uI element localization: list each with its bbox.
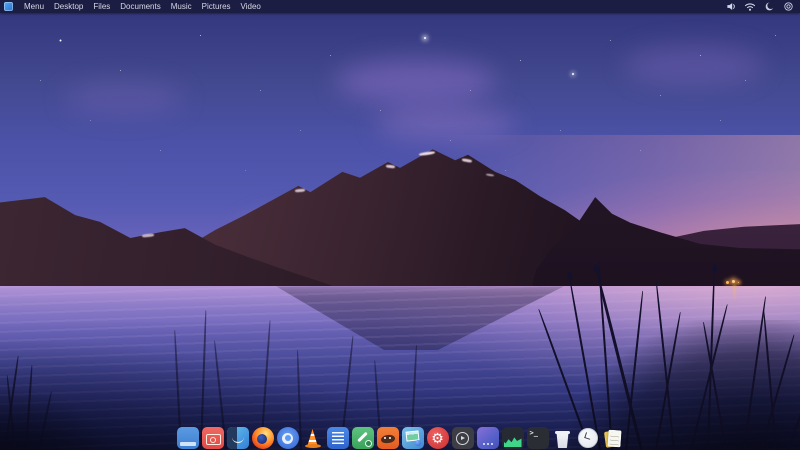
media-player-icon[interactable] (451, 427, 474, 449)
menu-documents[interactable]: Documents (115, 0, 165, 13)
menu-music[interactable]: Music (166, 0, 197, 13)
menu-video[interactable]: Video (236, 0, 266, 13)
builder-icon[interactable] (351, 427, 374, 449)
menu-menu[interactable]: Menu (19, 0, 49, 13)
files-icon[interactable] (226, 427, 249, 449)
menu-pictures[interactable]: Pictures (197, 0, 236, 13)
clock-icon[interactable] (577, 427, 599, 449)
menu-desktop[interactable]: Desktop (49, 0, 88, 13)
moon-icon[interactable] (763, 1, 775, 13)
system-tray (725, 0, 800, 13)
distro-logo-icon[interactable] (4, 2, 13, 11)
camera-icon[interactable] (201, 427, 224, 449)
photos-icon[interactable] (401, 427, 424, 449)
bright-star (424, 37, 426, 39)
panel-left: Menu Desktop Files Documents Music Pictures Vi… (0, 0, 266, 13)
show-desktop-icon[interactable] (176, 427, 199, 449)
dock (0, 427, 800, 449)
chromium-icon[interactable] (276, 427, 299, 449)
trash-icon[interactable] (552, 427, 574, 449)
gimp-icon[interactable] (376, 427, 399, 449)
volume-icon[interactable] (725, 1, 737, 13)
desktop-wallpaper (0, 0, 800, 450)
top-panel: Menu Desktop Files Documents Music Pictures Vi… (0, 0, 800, 13)
vlc-icon[interactable] (302, 427, 324, 449)
menu-files[interactable]: Files (88, 0, 115, 13)
power-icon[interactable] (782, 1, 794, 13)
wifi-icon[interactable] (744, 1, 756, 13)
notes-icon[interactable] (602, 427, 624, 449)
settings-icon[interactable] (426, 427, 449, 449)
terminal-icon[interactable] (526, 427, 549, 449)
firefox-icon[interactable] (251, 427, 274, 449)
launcher-icon[interactable] (476, 427, 499, 449)
monitor-icon[interactable] (501, 427, 524, 449)
panel-menus: Menu Desktop Files Documents Music Pictures Vi… (19, 0, 266, 13)
office-icon[interactable] (326, 427, 349, 449)
